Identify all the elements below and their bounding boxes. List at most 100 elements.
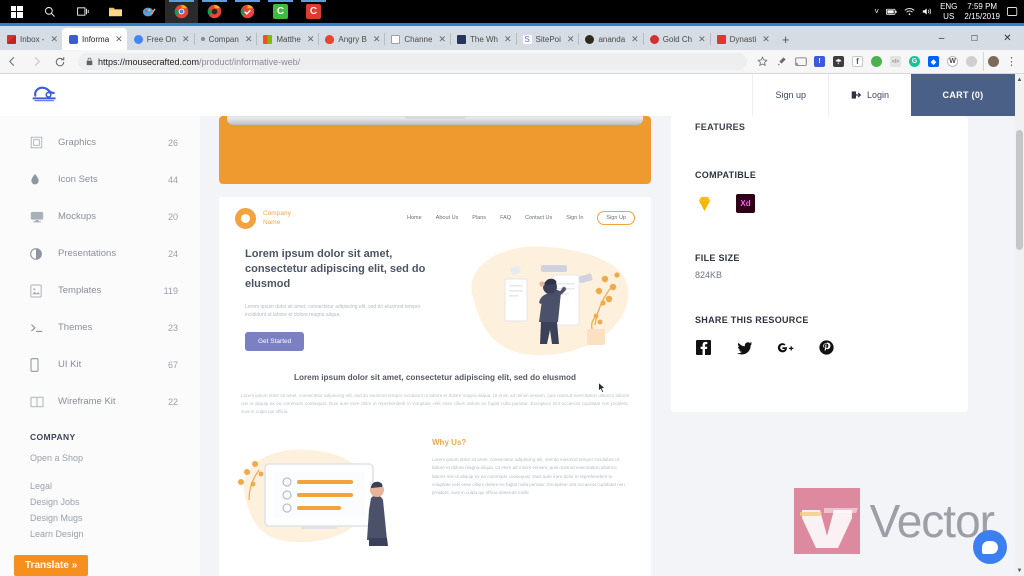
shield-extension-button[interactable]: ☂ (829, 52, 848, 71)
globe-extension-button[interactable] (867, 52, 886, 71)
dropbox-extension-button[interactable]: ◆ (924, 52, 943, 71)
browser-tab[interactable]: Angry B ✕ (318, 28, 384, 50)
wordpress-extension-button[interactable]: W (943, 52, 962, 71)
bookmark-button[interactable] (753, 52, 772, 71)
grammarly-extension-button[interactable]: G (905, 52, 924, 71)
scroll-up-arrow[interactable]: ▲ (1015, 74, 1024, 85)
cast-extension-button[interactable] (791, 52, 810, 71)
browser-tab[interactable]: Inbox - ✕ (0, 28, 62, 50)
wifi-icon[interactable] (904, 7, 915, 16)
facebook-icon[interactable] (695, 339, 712, 356)
moon-extension-button[interactable] (962, 52, 981, 71)
grammar-extension-button[interactable]: ! (810, 52, 829, 71)
page-icon (391, 34, 401, 44)
page-scrollbar[interactable]: ▲ ▼ (1015, 74, 1024, 576)
forward-button[interactable] (24, 50, 48, 74)
taskbar-app-chrome-2[interactable] (198, 0, 231, 23)
browser-tab[interactable]: The Wh ✕ (449, 28, 516, 50)
sidebar-link-legal[interactable]: Legal (0, 478, 200, 494)
eyedropper-extension-button[interactable] (772, 52, 791, 71)
google-plus-icon[interactable] (777, 339, 794, 356)
new-tab-button[interactable]: + (774, 28, 798, 50)
address-bar[interactable]: https://mousecrafted.com/product/informa… (78, 53, 747, 70)
sidebar-item-presentations[interactable]: Presentations 24 (0, 235, 200, 272)
browser-tab[interactable]: ananda ✕ (578, 28, 642, 50)
chrome-menu-button[interactable]: ⋮ (1002, 52, 1021, 71)
twitter-icon[interactable] (736, 339, 753, 356)
volume-icon[interactable] (922, 7, 933, 16)
lock-icon (86, 57, 93, 66)
start-button[interactable] (0, 0, 33, 23)
tab-close-button[interactable]: ✕ (245, 34, 253, 45)
close-button[interactable]: ✕ (991, 26, 1024, 50)
sidebar-item-icon-sets[interactable]: Icon Sets 44 (0, 161, 200, 198)
sidebar-link-open-a-shop[interactable]: Open a Shop (0, 450, 200, 466)
tab-close-button[interactable]: ✕ (631, 34, 639, 45)
sidebar-link-learn-design[interactable]: Learn Design (0, 526, 200, 542)
tab-close-button[interactable]: ✕ (504, 34, 512, 45)
chat-bubble-icon[interactable] (973, 530, 1007, 564)
profile-button[interactable] (983, 52, 1002, 71)
sidebar-item-mockups[interactable]: Mockups 20 (0, 198, 200, 235)
taskbar-app-file-explorer[interactable] (99, 0, 132, 23)
mouse-cursor (598, 382, 606, 393)
translate-button[interactable]: Translate » (14, 555, 89, 576)
browser-tab[interactable]: Compan ✕ (193, 28, 257, 50)
pinterest-icon[interactable] (818, 339, 835, 356)
taskbar-app-camtasia-recorder[interactable]: C (297, 0, 330, 23)
sidebar-item-themes[interactable]: Themes 23 (0, 309, 200, 346)
tab-close-button[interactable]: ✕ (762, 34, 770, 45)
browser-tab[interactable]: Free On ✕ (127, 28, 194, 50)
sidebar-link-design-mugs[interactable]: Design Mugs (0, 510, 200, 526)
sidebar-link-design-jobs[interactable]: Design Jobs (0, 494, 200, 510)
browser-tab[interactable]: S SitePoi ✕ (515, 28, 579, 50)
site-logo[interactable] (30, 82, 60, 109)
reload-button[interactable] (48, 50, 72, 74)
maximize-button[interactable]: ☐ (958, 26, 991, 50)
product-banner[interactable] (219, 116, 651, 184)
task-view-button[interactable] (66, 0, 99, 23)
taskbar-app-chrome-1[interactable] (165, 0, 198, 23)
tab-close-button[interactable]: ✕ (438, 34, 446, 45)
sidebar-item-ui-kit[interactable]: UI Kit 67 (0, 346, 200, 383)
scroll-down-arrow[interactable]: ▼ (1015, 565, 1024, 576)
code-extension-button[interactable]: </> (886, 52, 905, 71)
chrome-icon (207, 4, 222, 19)
browser-tab[interactable]: Gold Ch ✕ (642, 28, 710, 50)
tab-close-button[interactable]: ✕ (698, 34, 706, 45)
tab-close-button[interactable]: ✕ (50, 34, 58, 45)
tab-close-button[interactable]: ✕ (373, 34, 381, 45)
show-hidden-icons-chevron[interactable]: ˅ (874, 7, 879, 16)
clock[interactable]: 7:59 PM 2/15/2019 (964, 2, 1000, 22)
browser-tab[interactable]: Dynasti ✕ (709, 28, 774, 50)
tab-close-button[interactable]: ✕ (567, 34, 575, 45)
sidebar-item-wireframe-kit[interactable]: Wireframe Kit 22 (0, 383, 200, 420)
login-button[interactable]: Login (827, 74, 911, 116)
tab-close-button[interactable]: ✕ (115, 34, 123, 45)
browser-tab[interactable]: Matthe ✕ (256, 28, 318, 50)
tab-close-button[interactable]: ✕ (182, 34, 190, 45)
taskbar-app-camtasia[interactable]: C (264, 0, 297, 23)
sidebar-item-graphics[interactable]: Graphics 26 (0, 124, 200, 161)
image-file-icon (30, 284, 46, 298)
gold-icon (649, 34, 659, 44)
taskbar-app-chrome-3[interactable] (231, 0, 264, 23)
facebook-extension-button[interactable]: f (848, 52, 867, 71)
language-indicator[interactable]: ENG US (940, 2, 957, 22)
signup-button[interactable]: Sign up (752, 74, 828, 116)
battery-icon[interactable] (886, 8, 897, 16)
taskbar-app-paint[interactable] (132, 0, 165, 23)
sidebar-item-templates[interactable]: Templates 119 (0, 272, 200, 309)
product-screenshot-card[interactable]: Company Name Home About Us Plans FAQ Con… (219, 197, 651, 576)
search-icon (44, 6, 55, 17)
taskbar-search-button[interactable] (33, 0, 66, 23)
action-center-icon[interactable] (1007, 7, 1018, 16)
browser-tab-active[interactable]: Informa ✕ (62, 28, 127, 50)
minimize-button[interactable]: – (925, 26, 958, 50)
browser-tab[interactable]: Channe ✕ (384, 28, 450, 50)
tab-close-button[interactable]: ✕ (307, 34, 315, 45)
cart-button[interactable]: CART (0) (911, 74, 1015, 116)
scrollbar-thumb[interactable] (1016, 130, 1023, 250)
paint-icon (142, 7, 156, 16)
back-button[interactable] (0, 50, 24, 74)
